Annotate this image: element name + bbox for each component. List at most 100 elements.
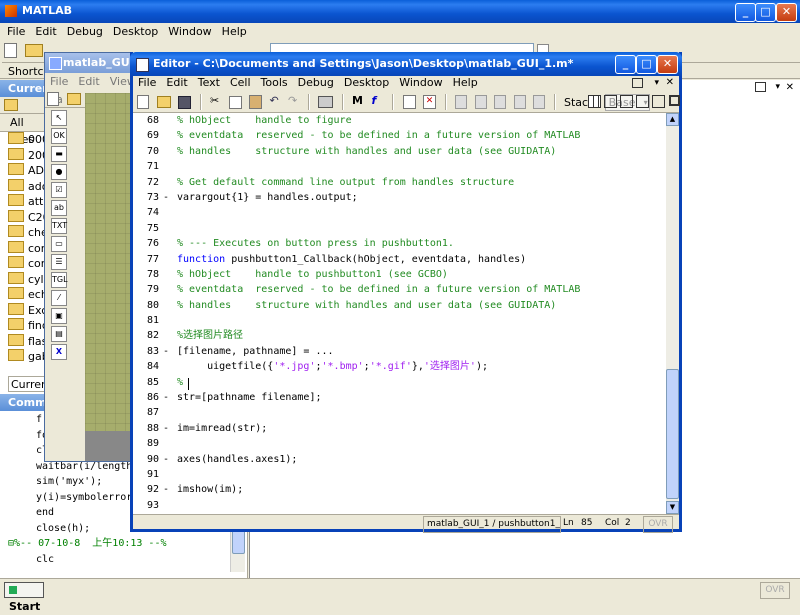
list-item[interactable]: echo	[4, 287, 46, 303]
listbox-tool-icon[interactable]: ☰	[51, 254, 67, 270]
editor-menu-help[interactable]: Help	[448, 74, 483, 92]
main-menu-edit[interactable]: Edit	[30, 23, 61, 41]
code-line[interactable]: 92- imshow(im);	[133, 482, 666, 497]
cut-icon[interactable]: ✂	[210, 94, 221, 110]
code-line[interactable]: 72 % Get default command line output from…	[133, 175, 666, 190]
breakpoint-marker[interactable]: -	[161, 390, 171, 405]
command-window-undock-icon[interactable]	[755, 82, 766, 92]
line-number[interactable]: 92	[133, 482, 159, 497]
pushbutton-tool-icon[interactable]: OK	[51, 128, 67, 144]
buttongroup-tool-icon[interactable]: ▤	[51, 326, 67, 342]
line-number[interactable]: 74	[133, 205, 159, 220]
code-line[interactable]: 80 % handles structure with handles and u…	[133, 298, 666, 313]
copy-icon[interactable]	[228, 95, 242, 109]
find-icon[interactable]: M	[352, 94, 364, 110]
editor-title-bar[interactable]: Editor - C:\Documents and Settings\Jason…	[130, 52, 682, 76]
code-line[interactable]: 70 % handles structure with handles and u…	[133, 144, 666, 159]
line-number[interactable]: 76	[133, 236, 159, 251]
function-icon[interactable]: f	[372, 94, 384, 110]
code-line[interactable]: 87	[133, 405, 666, 420]
editor-maximize-button[interactable]: □	[636, 55, 657, 74]
undo-icon[interactable]: ↶	[270, 94, 281, 110]
continue-icon[interactable]	[513, 95, 526, 109]
code-line[interactable]: 90- axes(handles.axes1);	[133, 452, 666, 467]
line-number[interactable]: 73	[133, 190, 159, 205]
editor-menu-debug[interactable]: Debug	[293, 74, 339, 92]
scroll-up-icon[interactable]: ▲	[666, 113, 679, 126]
list-item[interactable]: flash	[4, 333, 46, 350]
paste-icon[interactable]	[249, 95, 262, 109]
code-line[interactable]: 71	[133, 159, 666, 174]
float-icon[interactable]	[652, 95, 665, 108]
main-menu-debug[interactable]: Debug	[62, 23, 108, 41]
line-number[interactable]: 70	[133, 144, 159, 159]
code-editor[interactable]: 68 % hObject handle to figure 69 % eventdat…	[133, 113, 666, 514]
code-line[interactable]: 83- [filename, pathname] = ...	[133, 344, 666, 359]
breakpoint-marker[interactable]: -	[161, 344, 171, 359]
line-number[interactable]: 82	[133, 328, 159, 343]
tile-vertical-icon[interactable]	[604, 95, 617, 108]
code-line[interactable]: 89	[133, 436, 666, 451]
step-out-icon[interactable]	[494, 95, 506, 109]
command-window-close-icon[interactable]: ✕	[786, 82, 794, 93]
redo-icon[interactable]: ↷	[288, 94, 299, 110]
breakpoint-marker[interactable]: -	[161, 421, 171, 436]
line-number[interactable]: 81	[133, 313, 159, 328]
list-item[interactable]: 000ra	[4, 132, 46, 148]
main-menu-help[interactable]: Help	[217, 23, 252, 41]
line-number[interactable]: 90	[133, 452, 159, 467]
code-line[interactable]: 88- im=imread(str);	[133, 421, 666, 436]
code-line[interactable]: 78 % hObject handle to pushbutton1 (see G…	[133, 267, 666, 282]
code-line[interactable]: 81	[133, 313, 666, 328]
line-number[interactable]: 85	[133, 375, 159, 390]
code-line[interactable]: 79 % eventdata reserved - to be defined i…	[133, 282, 666, 297]
line-number[interactable]: 78	[133, 267, 159, 282]
editor-minimize-button[interactable]: _	[615, 55, 636, 74]
line-number[interactable]: 80	[133, 298, 159, 313]
list-item[interactable]: gabo	[4, 349, 46, 365]
editor-menu-file[interactable]: File	[133, 74, 161, 92]
code-line[interactable]: 84 uigetfile({'*.jpg';'*.bmp';'*.gif'},'…	[133, 359, 666, 374]
editor-close-button[interactable]: ✕	[657, 55, 678, 74]
line-number[interactable]: 79	[133, 282, 159, 297]
toggle-tool-icon[interactable]: TGL	[51, 272, 68, 288]
main-title-bar[interactable]: MATLAB _ □ ✕	[0, 0, 800, 23]
history-session[interactable]: ⊟%-- 07-10-8 上午10:13 --%	[8, 536, 234, 552]
line-number[interactable]: 87	[133, 405, 159, 420]
list-item[interactable]: attac	[4, 194, 46, 210]
main-minimize-button[interactable]: _	[735, 3, 756, 22]
line-number[interactable]: 69	[133, 128, 159, 143]
list-item[interactable]: confi	[4, 256, 46, 272]
editor-panel-menu-icon[interactable]: ▾	[654, 74, 659, 92]
code-line[interactable]: 93	[133, 498, 666, 513]
line-number[interactable]: 84	[133, 359, 159, 374]
statictext-tool-icon[interactable]: TXT	[51, 218, 67, 234]
main-maximize-button[interactable]: □	[755, 3, 776, 22]
main-menu-desktop[interactable]: Desktop	[108, 23, 163, 41]
breakpoint-marker[interactable]: -	[161, 482, 171, 497]
editor-undock-icon[interactable]	[632, 78, 643, 88]
history-line[interactable]: clc	[8, 552, 234, 568]
editor-menu-cell[interactable]: Cell	[225, 74, 256, 92]
line-number[interactable]: 83	[133, 344, 159, 359]
code-line[interactable]: 69 % eventdata reserved - to be defined i…	[133, 128, 666, 143]
list-item[interactable]: C200	[4, 209, 46, 226]
open-folder-icon[interactable]	[24, 44, 43, 57]
main-close-button[interactable]: ✕	[776, 3, 797, 22]
radiobutton-tool-icon[interactable]: ●	[51, 164, 67, 180]
list-item[interactable]: chen	[4, 225, 46, 241]
activex-tool-icon[interactable]: X	[51, 344, 67, 360]
set-breakpoint-icon[interactable]	[402, 95, 416, 109]
code-line[interactable]: 77 function pushbutton1_Callback(hObject,…	[133, 252, 666, 267]
code-line[interactable]: 68 % hObject handle to figure	[133, 113, 666, 128]
maximize-doc-icon[interactable]	[669, 95, 680, 106]
tile-rows-icon[interactable]	[636, 95, 649, 108]
popup-tool-icon[interactable]: ▭	[51, 236, 67, 252]
new-file-icon[interactable]	[4, 43, 17, 58]
editor-menu-tools[interactable]: Tools	[256, 74, 293, 92]
code-line[interactable]: 73- varargout{1} = handles.output;	[133, 190, 666, 205]
editor-menu-text[interactable]: Text	[193, 74, 225, 92]
edittext-tool-icon[interactable]: ab	[51, 200, 67, 216]
new-file-icon[interactable]	[137, 95, 149, 109]
breakpoint-marker[interactable]: -	[161, 452, 171, 467]
